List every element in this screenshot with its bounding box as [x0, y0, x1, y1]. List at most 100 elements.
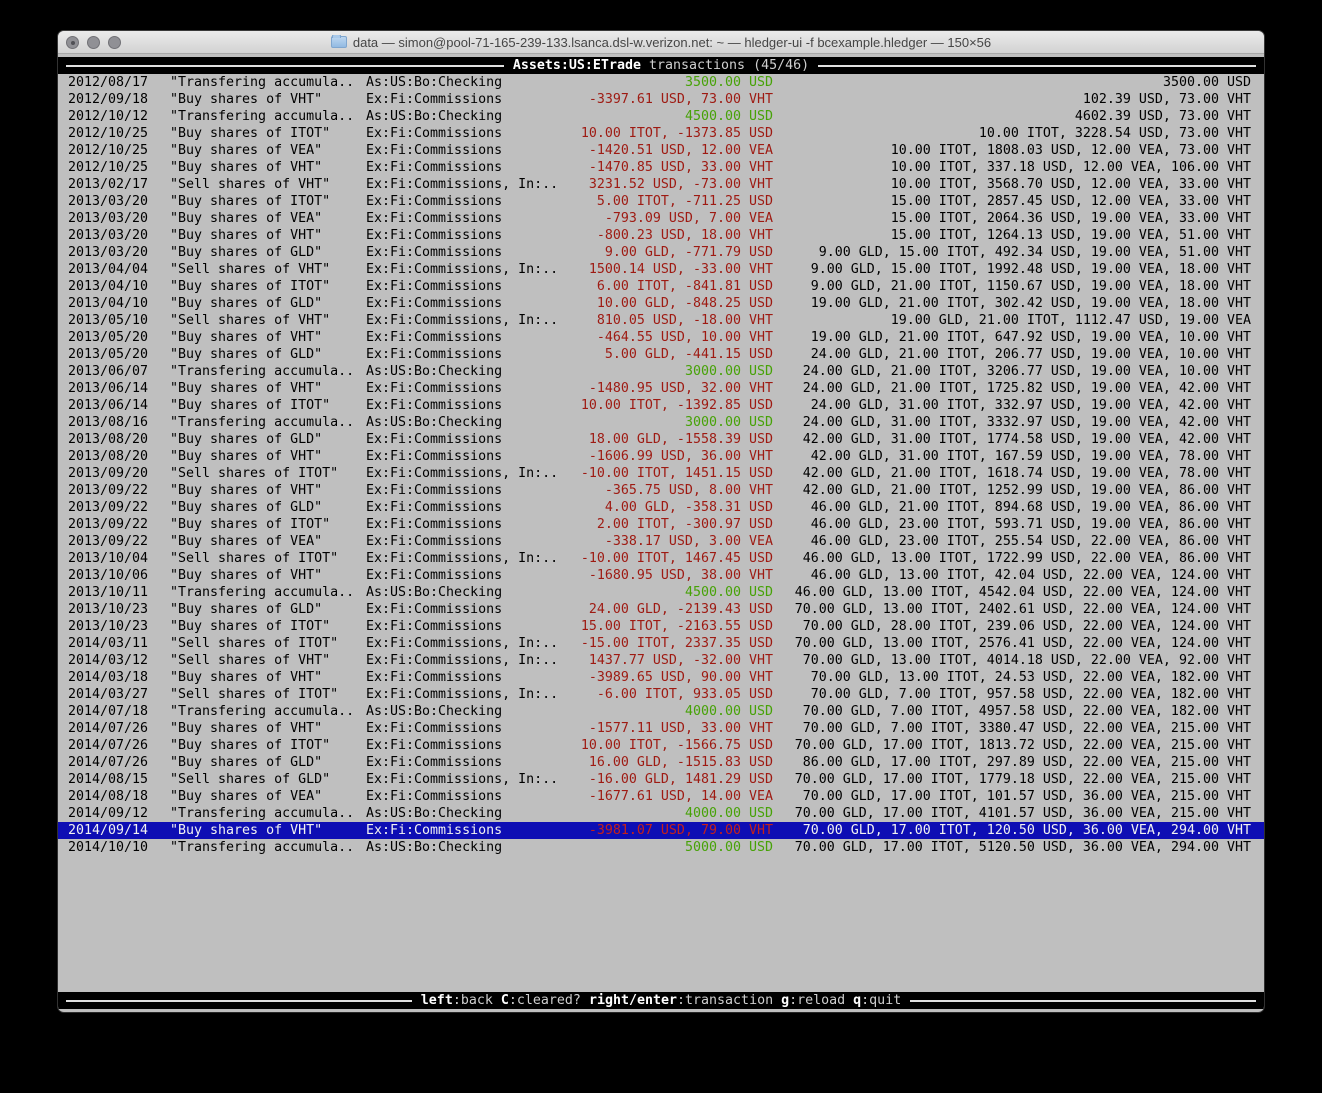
transaction-date-cell: 2014/03/12 [68, 652, 170, 669]
register-row[interactable]: 2014/07/26"Buy shares of GLD"Ex:Fi:Commi… [58, 754, 1264, 771]
register-row[interactable]: 2013/04/10"Buy shares of ITOT"Ex:Fi:Comm… [58, 278, 1264, 295]
transaction-accounts-cell: Ex:Fi:Commissions [366, 346, 566, 363]
transaction-date-cell: 2013/10/11 [68, 584, 170, 601]
register-row[interactable]: 2013/09/22"Buy shares of GLD"Ex:Fi:Commi… [58, 499, 1264, 516]
row-left-pad [58, 669, 68, 686]
transaction-description-cell: "Sell shares of ITOT" [170, 635, 366, 652]
register-row[interactable]: 2014/03/11"Sell shares of ITOT"Ex:Fi:Com… [58, 635, 1264, 652]
transaction-accounts-cell: Ex:Fi:Commissions [366, 142, 566, 159]
transaction-date-cell: 2014/08/18 [68, 788, 170, 805]
row-left-pad [58, 142, 68, 159]
transaction-accounts-cell: As:US:Bo:Checking [366, 839, 566, 856]
register-row[interactable]: 2013/10/23"Buy shares of GLD"Ex:Fi:Commi… [58, 601, 1264, 618]
register-row[interactable]: 2014/07/26"Buy shares of ITOT"Ex:Fi:Comm… [58, 737, 1264, 754]
register-row[interactable]: 2013/10/06"Buy shares of VHT"Ex:Fi:Commi… [58, 567, 1264, 584]
transaction-balance-cell: 10.00 ITOT, 3568.70 USD, 12.00 VEA, 33.0… [781, 176, 1251, 193]
register-row[interactable]: 2014/07/18"Transfering accumula..As:US:B… [58, 703, 1264, 720]
row-left-pad [58, 261, 68, 278]
register-row[interactable]: 2013/03/20"Buy shares of ITOT"Ex:Fi:Comm… [58, 193, 1264, 210]
register-row[interactable]: 2013/08/20"Buy shares of GLD"Ex:Fi:Commi… [58, 431, 1264, 448]
row-left-pad [58, 635, 68, 652]
row-left-pad [58, 703, 68, 720]
register-row[interactable]: 2013/02/17"Sell shares of VHT"Ex:Fi:Comm… [58, 176, 1264, 193]
register-row[interactable]: 2013/10/11"Transfering accumula..As:US:B… [58, 584, 1264, 601]
row-gap [773, 754, 781, 771]
register-row[interactable]: 2013/06/14"Buy shares of ITOT"Ex:Fi:Comm… [58, 397, 1264, 414]
register-row[interactable]: 2014/10/10"Transfering accumula..As:US:B… [58, 839, 1264, 856]
register-row[interactable]: 2014/08/15"Sell shares of GLD"Ex:Fi:Comm… [58, 771, 1264, 788]
register-row[interactable]: 2014/03/18"Buy shares of VHT"Ex:Fi:Commi… [58, 669, 1264, 686]
register-row[interactable]: 2013/03/20"Buy shares of VHT"Ex:Fi:Commi… [58, 227, 1264, 244]
register-row[interactable]: 2013/03/20"Buy shares of GLD"Ex:Fi:Commi… [58, 244, 1264, 261]
transaction-balance-cell: 46.00 GLD, 13.00 ITOT, 42.04 USD, 22.00 … [781, 567, 1251, 584]
register-row[interactable]: 2012/10/25"Buy shares of VEA"Ex:Fi:Commi… [58, 142, 1264, 159]
row-left-pad [58, 533, 68, 550]
transaction-date-cell: 2012/10/25 [68, 159, 170, 176]
register-row[interactable]: 2014/03/12"Sell shares of VHT"Ex:Fi:Comm… [58, 652, 1264, 669]
transaction-description-cell: "Transfering accumula.. [170, 363, 366, 380]
register-row[interactable]: 2013/08/20"Buy shares of VHT"Ex:Fi:Commi… [58, 448, 1264, 465]
transaction-balance-cell: 46.00 GLD, 13.00 ITOT, 1722.99 USD, 22.0… [781, 550, 1251, 567]
transaction-change-cell: 2.00 ITOT, -300.97 USD [566, 516, 773, 533]
row-left-pad [58, 159, 68, 176]
row-left-pad [58, 601, 68, 618]
register-row[interactable]: 2012/09/18"Buy shares of VHT"Ex:Fi:Commi… [58, 91, 1264, 108]
window-titlebar[interactable]: data — simon@pool-71-165-239-133.lsanca.… [58, 31, 1264, 54]
register-row[interactable]: 2013/09/22"Buy shares of VHT"Ex:Fi:Commi… [58, 482, 1264, 499]
register-row[interactable]: 2013/06/07"Transfering accumula..As:US:B… [58, 363, 1264, 380]
row-gap [773, 533, 781, 550]
register-row[interactable]: 2013/04/10"Buy shares of GLD"Ex:Fi:Commi… [58, 295, 1264, 312]
register-row[interactable]: 2013/10/23"Buy shares of ITOT"Ex:Fi:Comm… [58, 618, 1264, 635]
transaction-balance-cell: 86.00 GLD, 17.00 ITOT, 297.89 USD, 22.00… [781, 754, 1251, 771]
row-gap [773, 261, 781, 278]
transaction-description-cell: "Buy shares of VHT" [170, 822, 366, 839]
register-row[interactable]: 2013/04/04"Sell shares of VHT"Ex:Fi:Comm… [58, 261, 1264, 278]
register-row[interactable]: 2012/10/25"Buy shares of VHT"Ex:Fi:Commi… [58, 159, 1264, 176]
transaction-date-cell: 2013/10/23 [68, 618, 170, 635]
transaction-change-cell: -3989.65 USD, 90.00 VHT [566, 669, 773, 686]
register-row[interactable]: 2012/10/25"Buy shares of ITOT"Ex:Fi:Comm… [58, 125, 1264, 142]
register-row[interactable]: 2013/09/22"Buy shares of VEA"Ex:Fi:Commi… [58, 533, 1264, 550]
close-button[interactable] [66, 36, 79, 49]
register-row[interactable]: 2013/10/04"Sell shares of ITOT"Ex:Fi:Com… [58, 550, 1264, 567]
transaction-change-cell: -3397.61 USD, 73.00 VHT [566, 91, 773, 108]
transaction-change-cell: 18.00 GLD, -1558.39 USD [566, 431, 773, 448]
row-gap [773, 108, 781, 125]
transaction-accounts-cell: Ex:Fi:Commissions [366, 618, 566, 635]
row-left-pad [58, 754, 68, 771]
register-row[interactable]: 2012/10/12"Transfering accumula..As:US:B… [58, 108, 1264, 125]
transaction-description-cell: "Buy shares of ITOT" [170, 737, 366, 754]
transaction-date-cell: 2013/08/16 [68, 414, 170, 431]
register-row[interactable]: 2013/09/20"Sell shares of ITOT"Ex:Fi:Com… [58, 465, 1264, 482]
transaction-description-cell: "Transfering accumula.. [170, 805, 366, 822]
register-row[interactable]: 2014/03/27"Sell shares of ITOT"Ex:Fi:Com… [58, 686, 1264, 703]
register-row[interactable]: 2013/08/16"Transfering accumula..As:US:B… [58, 414, 1264, 431]
register-row[interactable]: 2013/05/20"Buy shares of VHT"Ex:Fi:Commi… [58, 329, 1264, 346]
register-row[interactable]: 2014/09/12"Transfering accumula..As:US:B… [58, 805, 1264, 822]
transaction-description-cell: "Buy shares of VHT" [170, 720, 366, 737]
header-rule-left [66, 65, 504, 67]
register-row[interactable]: 2013/03/20"Buy shares of VEA"Ex:Fi:Commi… [58, 210, 1264, 227]
transaction-accounts-cell: Ex:Fi:Commissions, In:.. [366, 771, 566, 788]
transaction-change-cell: -1677.61 USD, 14.00 VEA [566, 788, 773, 805]
row-gap [773, 805, 781, 822]
register-row[interactable]: 2014/08/18"Buy shares of VEA"Ex:Fi:Commi… [58, 788, 1264, 805]
transaction-change-cell: 1437.77 USD, -32.00 VHT [566, 652, 773, 669]
register-row[interactable]: 2014/07/26"Buy shares of VHT"Ex:Fi:Commi… [58, 720, 1264, 737]
row-gap [773, 618, 781, 635]
register-row[interactable]: 2013/05/20"Buy shares of GLD"Ex:Fi:Commi… [58, 346, 1264, 363]
row-left-pad [58, 499, 68, 516]
row-gap [773, 380, 781, 397]
zoom-button[interactable] [108, 36, 121, 49]
register-row[interactable]: 2013/06/14"Buy shares of VHT"Ex:Fi:Commi… [58, 380, 1264, 397]
transaction-accounts-cell: Ex:Fi:Commissions, In:.. [366, 652, 566, 669]
register-row[interactable]: 2013/09/22"Buy shares of ITOT"Ex:Fi:Comm… [58, 516, 1264, 533]
help-key-hint: q:quit [853, 993, 901, 1008]
transaction-accounts-cell: Ex:Fi:Commissions, In:.. [366, 465, 566, 482]
transaction-date-cell: 2014/07/18 [68, 703, 170, 720]
register-row-selected[interactable]: 2014/09/14"Buy shares of VHT"Ex:Fi:Commi… [58, 822, 1264, 839]
transaction-accounts-cell: As:US:Bo:Checking [366, 805, 566, 822]
register-row[interactable]: 2013/05/10"Sell shares of VHT"Ex:Fi:Comm… [58, 312, 1264, 329]
register-row[interactable]: 2012/08/17"Transfering accumula..As:US:B… [58, 74, 1264, 91]
minimize-button[interactable] [87, 36, 100, 49]
